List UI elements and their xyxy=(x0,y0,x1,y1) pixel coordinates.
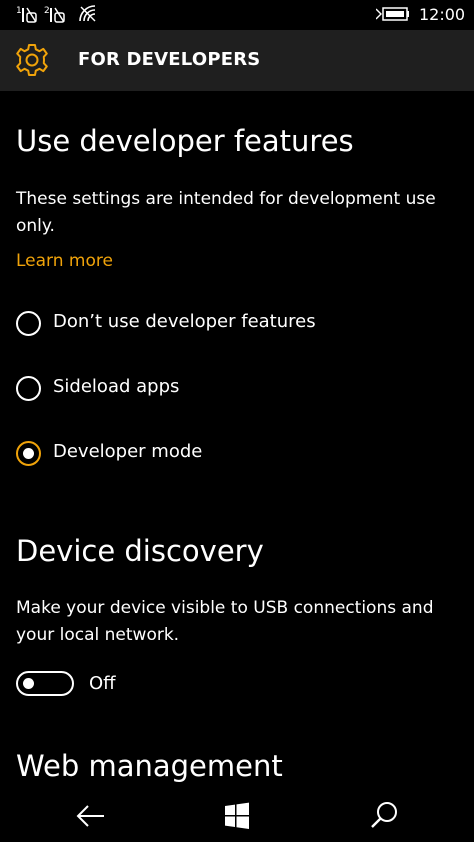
radio-dont-use-developer-features[interactable]: Don’t use developer features xyxy=(16,309,316,339)
radio-developer-mode[interactable]: Developer mode xyxy=(16,439,216,469)
search-icon[interactable] xyxy=(364,796,404,836)
radio-button-unchecked[interactable] xyxy=(16,311,41,336)
toggle-knob xyxy=(23,678,34,689)
settings-content[interactable]: Use developer features These settings ar… xyxy=(0,91,474,789)
radio-sideload-apps[interactable]: Sideload apps xyxy=(16,374,216,404)
sim2-number: 2 xyxy=(44,6,50,16)
developer-features-heading: Use developer features xyxy=(16,124,354,158)
radio-selected-dot xyxy=(23,448,34,459)
radio-label: Sideload apps xyxy=(53,376,180,397)
radio-label: Developer mode xyxy=(53,441,203,462)
page-header: FOR DEVELOPERS xyxy=(0,30,474,91)
radio-button-checked[interactable] xyxy=(16,441,41,466)
windows-logo-icon[interactable] xyxy=(217,796,257,836)
navigation-bar xyxy=(0,789,474,842)
device-discovery-toggle-state: Off xyxy=(89,673,116,694)
developer-features-description: These settings are intended for developm… xyxy=(16,189,436,236)
back-arrow-icon[interactable] xyxy=(70,796,110,836)
radio-button-unchecked[interactable] xyxy=(16,376,41,401)
sim1-number: 1 xyxy=(16,6,22,16)
status-bar: 1 2 12:00 xyxy=(0,0,474,30)
device-discovery-description: Make your device visible to USB connecti… xyxy=(16,598,434,645)
sim2-signal-icon: 2 xyxy=(44,6,65,23)
device-discovery-heading: Device discovery xyxy=(16,534,264,568)
wifi-icon xyxy=(79,5,96,22)
radio-label: Don’t use developer features xyxy=(53,311,316,332)
device-discovery-toggle[interactable] xyxy=(16,671,74,696)
web-management-heading: Web management xyxy=(16,749,283,783)
battery-charging-icon xyxy=(376,7,409,21)
gear-icon xyxy=(16,44,48,76)
page-title: FOR DEVELOPERS xyxy=(78,49,261,70)
clock: 12:00 xyxy=(419,5,466,24)
sim1-signal-icon: 1 xyxy=(16,6,37,23)
learn-more-link[interactable]: Learn more xyxy=(16,251,113,271)
